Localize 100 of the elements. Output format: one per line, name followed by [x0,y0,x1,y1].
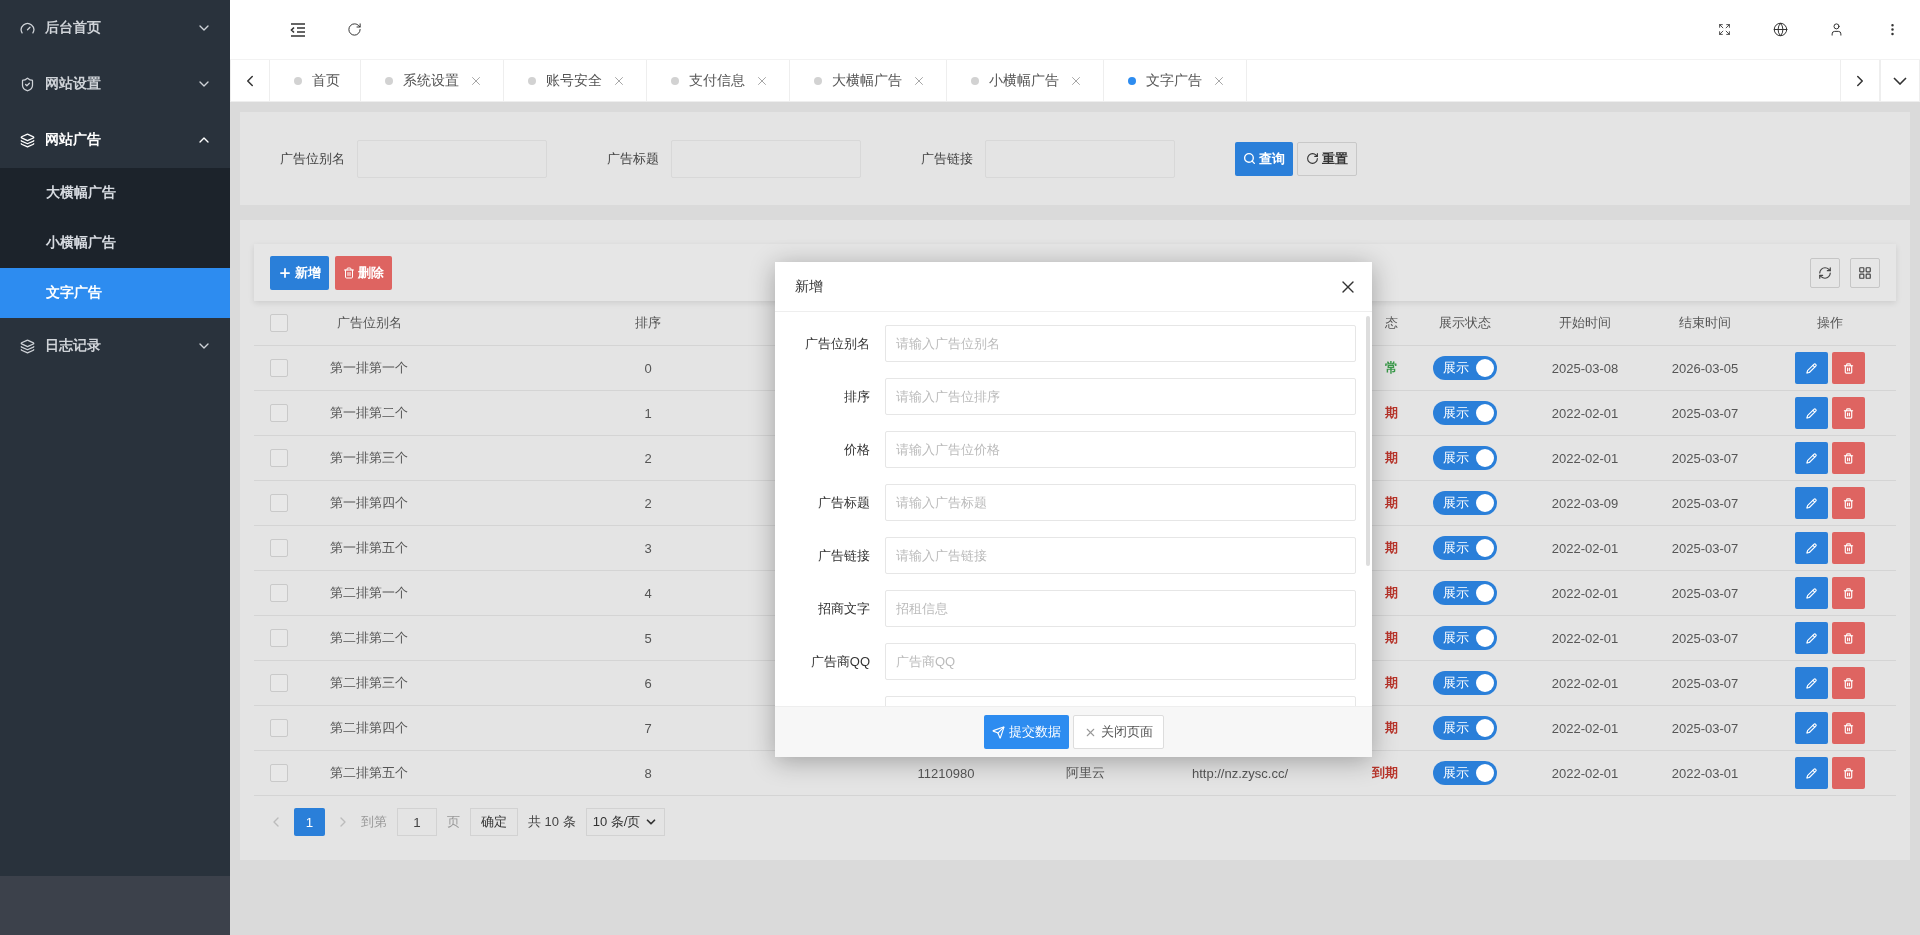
page-input[interactable]: 1 [397,808,437,836]
add-button[interactable]: 新增 [270,255,329,290]
table-cell: 11210980 [917,765,975,781]
column-header: 广告位别名 [336,314,402,332]
field-label: 价格 [843,440,871,459]
dialog-title: 新增 [795,277,823,296]
input-field[interactable]: 请输入广告链接 [885,537,1356,574]
table-cell: 第一排第三个 [330,449,408,467]
table-cell: 2025-03-08 [1551,360,1619,376]
status-text: 常 [1385,359,1399,377]
page-size-select[interactable]: 10 条/页 [585,808,666,836]
field-label: 广告商QQ [809,652,871,671]
status-text: 期 [1385,539,1399,557]
status-text: 期 [1385,404,1399,422]
confirm-button[interactable]: 确定 [470,808,518,836]
table-cell: 2022-02-01 [1551,765,1619,781]
table-cell: 2022-02-01 [1551,675,1619,691]
show-toggle[interactable]: 展示 [1433,626,1497,650]
column-header: 结束时间 [1679,314,1731,332]
page-tab[interactable]: 支付信息 [647,60,790,101]
field-label: 广告链接 [817,546,871,565]
show-toggle[interactable]: 展示 [1433,401,1497,425]
table-cell: 2025-03-07 [1671,630,1739,646]
table-cell: 2022-02-01 [1551,405,1619,421]
table-cell: 2025-03-07 [1671,540,1739,556]
table-cell: http://nz.zysc.cc/ [1191,765,1289,781]
table-cell: 2022-03-09 [1551,495,1619,511]
field-label: 广告链接 [921,149,973,168]
status-text: 期 [1385,449,1399,467]
table-cell: 5 [644,630,652,646]
table-cell: 第一排第五个 [330,539,408,557]
show-toggle[interactable]: 展示 [1433,761,1497,785]
status-text: 到期 [1372,764,1399,782]
submenu-item[interactable]: 大横幅广告 [0,168,230,218]
input-field[interactable]: 请输入广告位价格 [885,431,1356,468]
input-field[interactable]: 请输入广告位排序 [885,378,1356,415]
table-cell: 3 [644,540,652,556]
status-text: 期 [1385,629,1399,647]
show-toggle[interactable]: 展示 [1433,581,1497,605]
table-cell: 8 [644,765,652,781]
sidebar-item[interactable]: 后台首页 [0,0,230,56]
sidebar-item[interactable]: 日志记录 [0,318,230,374]
show-toggle[interactable]: 展示 [1433,491,1497,515]
page-unit: 页 [447,813,460,831]
table-cell: 4 [644,585,652,601]
table-cell: 2025-03-07 [1671,675,1739,691]
table-cell: 0 [644,360,652,376]
column-header: 操作 [1817,314,1843,332]
input-field[interactable]: 请输入广告位别名 [885,325,1356,362]
page-tab[interactable]: 大横幅广告 [790,60,947,101]
table-cell: 2022-02-01 [1551,540,1619,556]
close-button[interactable]: 关闭页面 [1072,715,1164,749]
sidebar-item[interactable]: 网站广告 [0,112,230,168]
goto-label: 到第 [361,813,387,831]
table-cell: 2025-03-07 [1671,720,1739,736]
input-field[interactable]: 招租信息 [885,590,1356,627]
show-toggle[interactable]: 展示 [1433,446,1497,470]
table-cell: 2026-03-05 [1671,360,1739,376]
field-label: 广告位别名 [280,149,345,168]
input-field[interactable]: 广告商QQ [885,643,1356,680]
table-cell: 第二排第一个 [330,584,408,602]
status-text: 期 [1385,494,1399,512]
table-cell: 2 [644,495,652,511]
column-header: 开始时间 [1559,314,1611,332]
show-toggle[interactable]: 展示 [1433,356,1497,380]
column-header: 态 [1385,314,1399,332]
table-cell: 第一排第二个 [330,404,408,422]
table-cell: 6 [644,675,652,691]
page-tab[interactable]: 系统设置 [361,60,504,101]
total-count: 共 10 条 [528,813,576,831]
column-header: 展示状态 [1439,314,1491,332]
show-toggle[interactable]: 展示 [1433,671,1497,695]
page-tab[interactable]: 文字广告 [1104,60,1247,101]
table-cell: 2022-02-01 [1551,585,1619,601]
page-tab[interactable]: 账号安全 [504,60,647,101]
reset-button[interactable]: 重置 [1297,141,1357,176]
table-cell: 第二排第二个 [330,629,408,647]
status-text: 期 [1385,674,1399,692]
field-label: 广告标题 [607,149,659,168]
sidebar-item[interactable]: 网站设置 [0,56,230,112]
query-button[interactable]: 查询 [1235,141,1293,176]
page-button[interactable]: 1 [294,808,325,836]
table-cell: 2022-02-01 [1551,630,1619,646]
show-toggle[interactable]: 展示 [1433,536,1497,560]
table-cell: 2025-03-07 [1671,585,1739,601]
show-toggle[interactable]: 展示 [1433,716,1497,740]
field-label: 广告位别名 [804,334,871,353]
table-cell: 第一排第四个 [330,494,408,512]
page-tab[interactable]: 小横幅广告 [947,60,1104,101]
table-cell: 2025-03-07 [1671,450,1739,466]
table-cell: 2025-03-07 [1671,495,1739,511]
table-cell: 2 [644,450,652,466]
submenu-item[interactable]: 小横幅广告 [0,218,230,268]
field-label: 广告标题 [817,493,871,512]
table-cell: 阿里云 [1065,764,1105,782]
page-tab[interactable]: 首页 [270,60,361,101]
input-field[interactable]: 请输入广告标题 [885,484,1356,521]
table-cell: 2025-03-07 [1671,405,1739,421]
column-header: 排序 [635,314,661,332]
field-label: 招商文字 [817,599,871,618]
